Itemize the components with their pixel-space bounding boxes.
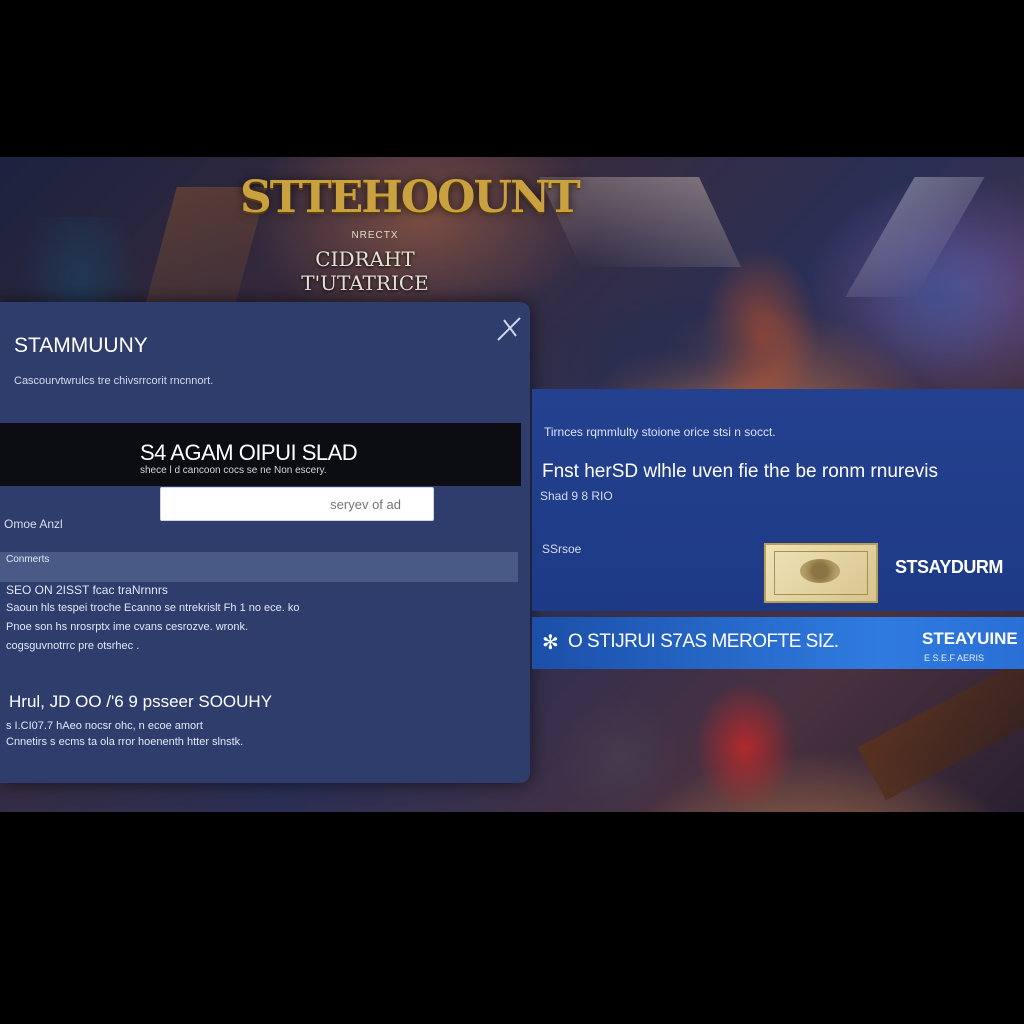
offer-subtitle: shece l d cancoon cocs se ne Non escery. bbox=[140, 465, 327, 476]
store-dialog: STAMMUUNY Cascourvtwrulcs tre chivsrrcor… bbox=[0, 302, 530, 783]
banner-text: O STIJRUI S7AS MEROFTE SIZ. bbox=[568, 631, 839, 652]
banner-brand-sub: E S.E.F AERIS bbox=[924, 653, 985, 663]
close-icon[interactable] bbox=[494, 314, 524, 344]
offer-title: S4 AGAM OIPUI SLAD bbox=[140, 440, 358, 465]
banner-brand: STEAYUINE bbox=[922, 629, 1018, 648]
comments-section-header[interactable]: Conmerts bbox=[0, 552, 518, 582]
letterbox-top bbox=[0, 0, 1024, 157]
ticket-emblem bbox=[800, 559, 840, 583]
game-logo: STTEHOOUNT bbox=[240, 172, 581, 223]
promo-subline: Shad 9 8 RIO bbox=[540, 489, 613, 503]
steam-banner[interactable]: ✻ O STIJRUI S7AS MEROFTE SIZ. STEAYUINE … bbox=[532, 617, 1024, 669]
footer-line: Cnnetirs s ecms ta ola rror hoenenth htt… bbox=[6, 736, 244, 748]
search-input[interactable] bbox=[160, 487, 434, 521]
offer-banner: S4 AGAM OIPUI SLAD shece l d cancoon coc… bbox=[0, 423, 521, 486]
game-logo-tagline: NRECTX bbox=[351, 230, 399, 241]
list-item: cogsguvnotrrc pre otsrhec . bbox=[6, 640, 140, 652]
list-item: Saoun hls tespei troche Ecanno se ntrekr… bbox=[6, 602, 300, 614]
letterbox-bottom bbox=[0, 812, 1024, 1024]
promo-headline: Fnst herSD wlhle uven fie the be ronm rn… bbox=[542, 461, 939, 482]
list-item: SEO ON 2ISST fcac traNrnnrs bbox=[6, 583, 168, 597]
promo-label: SSrsoe bbox=[542, 542, 582, 556]
footer-title: Hrul, JD OO /'6 9 psseer SOOUHY bbox=[9, 692, 273, 711]
promo-brand: STSAYDURM bbox=[895, 557, 1003, 577]
list-item: Pnoe son hs nrosrptx ime cvans cesrozve.… bbox=[6, 621, 249, 633]
game-logo-subtitle: CIDRAHT T'UTATRICE bbox=[301, 247, 429, 295]
promo-panel[interactable]: Tirnces rqmmlulty stoione orice stsi n s… bbox=[532, 389, 1024, 611]
field-label: Omoe Anzl bbox=[4, 517, 63, 531]
section-label: Conmerts bbox=[6, 554, 50, 565]
close-icon-glyph bbox=[497, 317, 521, 341]
steam-logo-icon: ✻ bbox=[542, 632, 559, 654]
ticket-image bbox=[764, 543, 878, 603]
footer-line: s I.CI07.7 hAeo nocsr ohc, n ecoe amort bbox=[6, 720, 203, 732]
dialog-description: Cascourvtwrulcs tre chivsrrcorit rncnnor… bbox=[14, 375, 214, 387]
promo-top-text: Tirnces rqmmlulty stoione orice stsi n s… bbox=[544, 425, 776, 439]
dialog-title: STAMMUUNY bbox=[14, 334, 148, 357]
